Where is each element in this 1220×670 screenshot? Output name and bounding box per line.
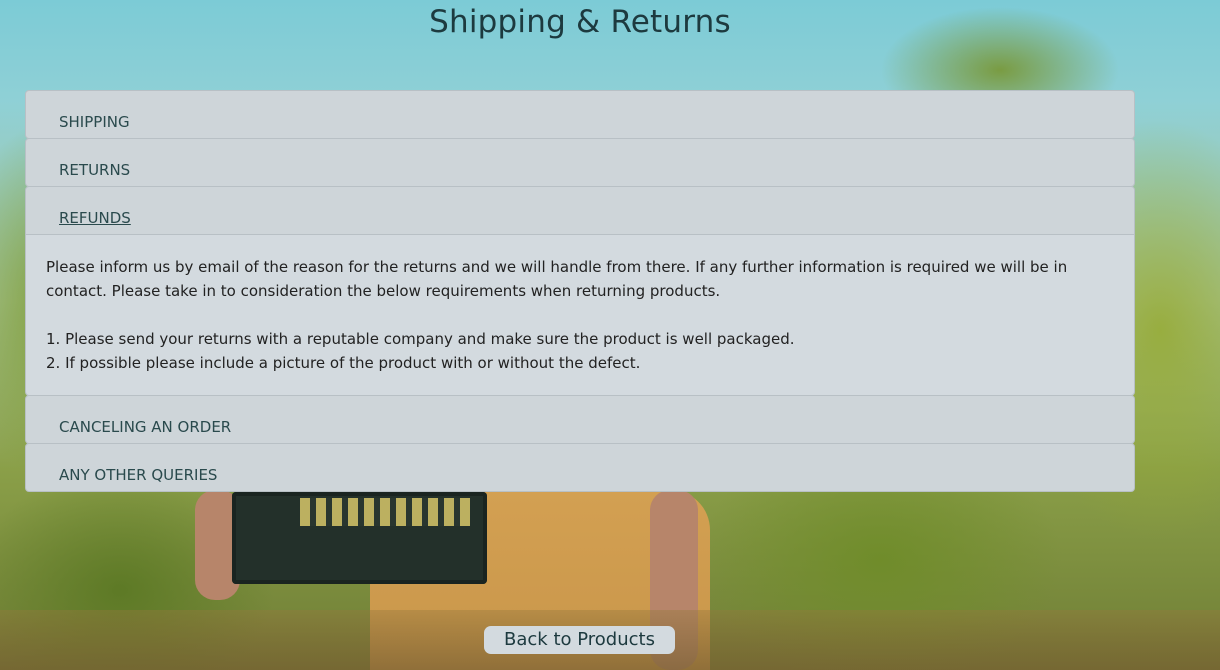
accordion-item-other-queries: ANY OTHER QUERIES: [25, 443, 1135, 492]
accordion-label: REFUNDS: [59, 209, 131, 227]
crate-grapes: [300, 498, 470, 526]
accordion-header-shipping[interactable]: SHIPPING: [26, 91, 1134, 138]
accordion-label: CANCELING AN ORDER: [59, 418, 232, 436]
accordion-header-canceling[interactable]: CANCELING AN ORDER: [26, 396, 1134, 443]
accordion-item-canceling: CANCELING AN ORDER: [25, 395, 1135, 444]
back-to-products-button[interactable]: Back to Products: [484, 626, 675, 654]
refunds-requirement-1: 1. Please send your returns with a reput…: [46, 330, 795, 348]
accordion-header-returns[interactable]: RETURNS: [26, 139, 1134, 186]
accordion-item-shipping: SHIPPING: [25, 90, 1135, 139]
refunds-requirement-2: 2. If possible please include a picture …: [46, 354, 641, 372]
refunds-paragraph: Please inform us by email of the reason …: [46, 258, 1068, 300]
accordion-label: SHIPPING: [59, 113, 130, 131]
faq-accordion: SHIPPING RETURNS REFUNDS Please inform u…: [25, 90, 1135, 492]
accordion-item-refunds: REFUNDS Please inform us by email of the…: [25, 186, 1135, 396]
accordion-header-other-queries[interactable]: ANY OTHER QUERIES: [26, 444, 1134, 491]
accordion-header-refunds[interactable]: REFUNDS: [26, 187, 1134, 234]
accordion-label: RETURNS: [59, 161, 131, 179]
refunds-content: Please inform us by email of the reason …: [26, 234, 1134, 395]
accordion-item-returns: RETURNS: [25, 138, 1135, 187]
accordion-label: ANY OTHER QUERIES: [59, 466, 218, 484]
page-title: Shipping & Returns: [429, 4, 731, 40]
